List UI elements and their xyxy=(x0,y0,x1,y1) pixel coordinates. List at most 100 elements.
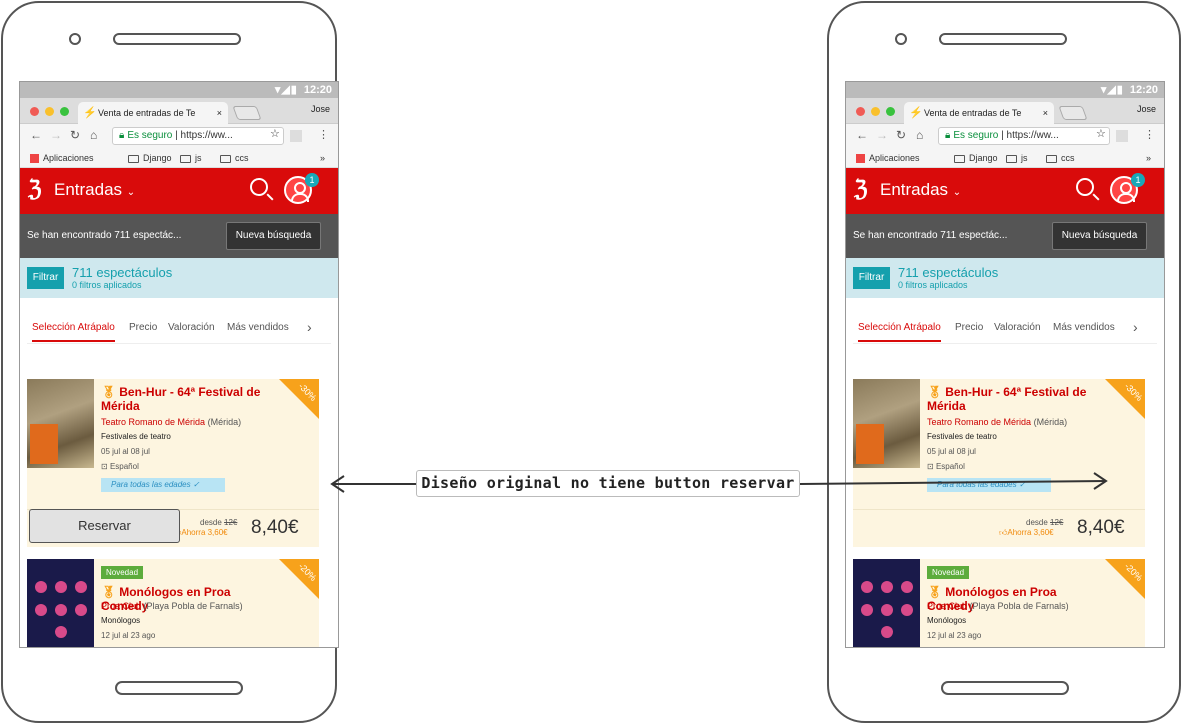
event-venue[interactable]: Teatro Romano de Mérida (Mérida) xyxy=(927,417,1067,427)
reload-icon[interactable]: ↻ xyxy=(896,128,906,142)
language-text: Español xyxy=(109,462,139,471)
filter-button[interactable]: Filtrar xyxy=(27,267,64,289)
camera-icon xyxy=(895,33,907,45)
screen: ▾◢▮ 12:20 ⚡ Venta de entradas de Te × Jose … xyxy=(845,81,1165,648)
new-search-button[interactable]: Nueva búsqueda xyxy=(1052,222,1147,250)
home-icon[interactable]: ⌂ xyxy=(90,128,97,142)
event-title[interactable]: 🏅︎ Ben-Hur - 64ª Festival de Mérida xyxy=(101,385,279,413)
home-icon[interactable]: ⌂ xyxy=(916,128,923,142)
back-icon[interactable]: ← xyxy=(856,128,868,142)
url-input[interactable]: 🔒︎ Es seguro | https://ww... xyxy=(938,127,1110,145)
brand-logo-icon[interactable]: ℨ xyxy=(28,176,42,202)
folder-icon xyxy=(128,154,139,163)
event-image[interactable] xyxy=(853,559,920,647)
tab-close-icon[interactable]: × xyxy=(217,102,222,124)
chevron-right-icon[interactable]: › xyxy=(307,319,312,335)
chevron-right-icon[interactable]: › xyxy=(1133,319,1138,335)
bookmarks-more[interactable]: » xyxy=(1146,148,1151,168)
filter-bar: Filtrar 711 espectáculos 0 filtros aplic… xyxy=(846,258,1164,298)
event-language: ⊡ Español xyxy=(927,462,965,471)
minimize-window-icon[interactable] xyxy=(45,107,54,116)
menu-icon[interactable]: ⋮ xyxy=(1144,128,1155,141)
site-header: ℨ Entradas ⌄ 1 xyxy=(846,168,1164,214)
new-tab-button[interactable] xyxy=(232,106,262,120)
profile-name[interactable]: Jose xyxy=(311,104,330,114)
close-window-icon[interactable] xyxy=(30,107,39,116)
event-card[interactable]: -20% Novedad 🏅︎ Monólogos en Proa Comedy … xyxy=(27,559,319,647)
event-venue[interactable]: Proa Club (Playa Pobla de Farnals) xyxy=(101,601,243,611)
filter-button[interactable]: Filtrar xyxy=(853,267,890,289)
annotation-note: Diseño original no tiene button reservar xyxy=(416,470,800,497)
sort-tab-seleccion[interactable]: Selección Atrápalo xyxy=(858,322,941,342)
url-text: https://ww... xyxy=(1006,130,1059,141)
sort-tab-precio[interactable]: Precio xyxy=(955,322,983,333)
new-tab-button[interactable] xyxy=(1058,106,1088,120)
status-bar: ▾◢▮ 12:20 xyxy=(846,82,1164,98)
venue-name: Teatro Romano de Mérida xyxy=(101,417,206,427)
tab-close-icon[interactable]: × xyxy=(1043,102,1048,124)
reservar-button[interactable]: Reservar xyxy=(29,509,180,543)
search-icon[interactable] xyxy=(250,178,268,196)
bookmark-star-icon[interactable]: ☆ xyxy=(270,127,280,140)
bookmark-apps[interactable]: Aplicaciones xyxy=(30,148,94,168)
bookmark-js[interactable]: js xyxy=(1006,148,1028,168)
menu-icon[interactable]: ⋮ xyxy=(318,128,329,141)
brand-logo-icon[interactable]: ℨ xyxy=(854,176,868,202)
bookmarks-more[interactable]: » xyxy=(320,148,325,168)
event-title-text: Ben-Hur - 64ª Festival de Mérida xyxy=(927,385,1087,413)
event-image[interactable] xyxy=(853,379,920,468)
bookmark-django[interactable]: Django xyxy=(128,148,172,168)
sort-tab-valoracion[interactable]: Valoración xyxy=(994,322,1041,333)
brand-menu[interactable]: Entradas ⌄ xyxy=(54,180,135,200)
bookmark-django[interactable]: Django xyxy=(954,148,998,168)
sort-tab-precio[interactable]: Precio xyxy=(129,322,157,333)
bookmark-ccs[interactable]: ccs xyxy=(1046,148,1075,168)
maximize-window-icon[interactable] xyxy=(60,107,69,116)
back-icon[interactable]: ← xyxy=(30,128,42,142)
close-window-icon[interactable] xyxy=(856,107,865,116)
bookmark-label: ccs xyxy=(1061,153,1075,163)
brand-menu[interactable]: Entradas ⌄ xyxy=(880,180,961,200)
home-button[interactable] xyxy=(941,681,1069,695)
search-icon[interactable] xyxy=(1076,178,1094,196)
event-title[interactable]: 🏅︎ Ben-Hur - 64ª Festival de Mérida xyxy=(927,385,1105,413)
extension-icon[interactable] xyxy=(1116,130,1128,142)
bookmarks-bar: Aplicaciones Django js ccs » xyxy=(20,148,338,168)
bookmark-star-icon[interactable]: ☆ xyxy=(1096,127,1106,140)
sort-tabs: Selección Atrápalo Precio Valoración Más… xyxy=(853,312,1157,344)
maximize-window-icon[interactable] xyxy=(886,107,895,116)
event-card[interactable]: -20% Novedad 🏅︎ Monólogos en Proa Comedy … xyxy=(853,559,1145,647)
extension-icon[interactable] xyxy=(290,130,302,142)
forward-icon[interactable]: → xyxy=(50,128,62,142)
event-dates: 05 jul al 08 jul xyxy=(927,447,976,456)
browser-tab[interactable]: ⚡ Venta de entradas de Te × xyxy=(904,102,1054,124)
event-card[interactable]: -30% 🏅︎ Ben-Hur - 64ª Festival de Mérida … xyxy=(853,379,1145,547)
url-input[interactable]: 🔒︎ Es seguro | https://ww... xyxy=(112,127,284,145)
profile-name[interactable]: Jose xyxy=(1137,104,1156,114)
sort-tab-valoracion[interactable]: Valoración xyxy=(168,322,215,333)
home-button[interactable] xyxy=(115,681,243,695)
medal-icon: 🏅︎ xyxy=(101,585,117,599)
browser-tabs: ⚡ Venta de entradas de Te × Jose xyxy=(20,98,338,124)
venue-name: Proa Club xyxy=(927,601,968,611)
folder-icon xyxy=(1046,154,1057,163)
new-search-button[interactable]: Nueva búsqueda xyxy=(226,222,321,250)
reload-icon[interactable]: ↻ xyxy=(70,128,80,142)
browser-tab[interactable]: ⚡ Venta de entradas de Te × xyxy=(78,102,228,124)
event-venue[interactable]: Teatro Romano de Mérida (Mérida) xyxy=(101,417,241,427)
bookmark-ccs[interactable]: ccs xyxy=(220,148,249,168)
event-image[interactable] xyxy=(27,559,94,647)
event-image[interactable] xyxy=(27,379,94,468)
bookmark-apps[interactable]: Aplicaciones xyxy=(856,148,920,168)
bookmark-js[interactable]: js xyxy=(180,148,202,168)
event-dates: 12 jul al 23 ago xyxy=(927,631,982,640)
secure-label: Es seguro xyxy=(953,130,999,141)
medal-icon: 🏅︎ xyxy=(927,385,943,399)
event-venue[interactable]: Proa Club (Playa Pobla de Farnals) xyxy=(927,601,1069,611)
sort-tab-seleccion[interactable]: Selección Atrápalo xyxy=(32,322,115,342)
bookmark-label: js xyxy=(195,153,202,163)
forward-icon[interactable]: → xyxy=(876,128,888,142)
sort-tab-mas-vendidos[interactable]: Más vendidos xyxy=(1053,322,1115,333)
minimize-window-icon[interactable] xyxy=(871,107,880,116)
sort-tab-mas-vendidos[interactable]: Más vendidos xyxy=(227,322,289,333)
